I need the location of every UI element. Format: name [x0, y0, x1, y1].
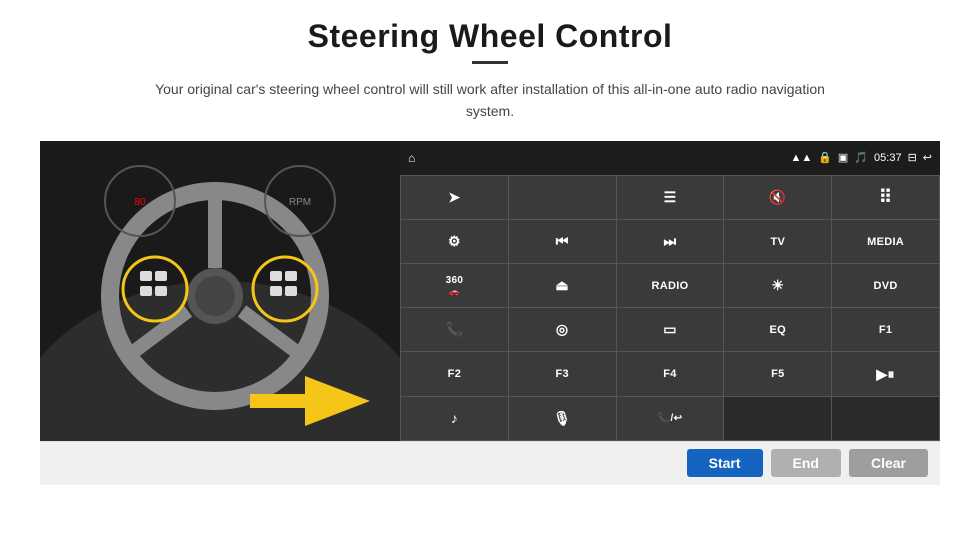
lock-icon: 🔒 — [818, 151, 832, 164]
btn-360[interactable]: 360🚗 — [401, 264, 508, 307]
clear-button[interactable]: Clear — [849, 449, 928, 477]
svg-text:RPM: RPM — [289, 197, 311, 208]
btn-f3[interactable]: F3 — [509, 352, 616, 395]
btn-nav2[interactable]: ◎ — [509, 308, 616, 351]
btn-nav[interactable]: ➤ — [401, 176, 508, 219]
status-left: ⌂ — [408, 151, 415, 165]
page-subtitle: Your original car's steering wheel contr… — [150, 78, 830, 123]
btn-tv[interactable]: TV — [724, 220, 831, 263]
action-bar: Start End Clear — [40, 441, 940, 485]
btn-f1[interactable]: F1 — [832, 308, 939, 351]
btn-radio[interactable]: RADIO — [617, 264, 724, 307]
sd-icon: ▣ — [838, 151, 848, 164]
back-icon[interactable]: ↩ — [923, 151, 932, 164]
btn-eq[interactable]: EQ — [724, 308, 831, 351]
page-title: Steering Wheel Control — [308, 18, 673, 55]
bt-icon: 🎵 — [854, 151, 868, 164]
wheel-image: 80 RPM — [40, 141, 400, 441]
content-row: 80 RPM ⌂ ▲▲ 🔒 ▣ 🎵 05:37 ⊟ ↩ — [40, 141, 940, 441]
btn-f4[interactable]: F4 — [617, 352, 724, 395]
btn-apps[interactable]: ⠿ — [832, 176, 939, 219]
btn-brightness[interactable]: ☀ — [724, 264, 831, 307]
screen-icon: ⊟ — [908, 151, 917, 164]
title-divider — [472, 61, 508, 64]
btn-prev[interactable]: ⏮ — [509, 220, 616, 263]
btn-empty1 — [724, 397, 831, 440]
button-grid: ➤ ☰ 🔇 ⠿ ⚙ ⏮ ⏭ TV MEDIA 360🚗 ⏏ RADIO ☀ DV… — [400, 175, 940, 441]
btn-playpause[interactable]: ▶⏸ — [832, 352, 939, 395]
home-icon[interactable]: ⌂ — [408, 151, 415, 165]
btn-f2[interactable]: F2 — [401, 352, 508, 395]
btn-phone[interactable]: 📞 — [401, 308, 508, 351]
start-button[interactable]: Start — [687, 449, 763, 477]
status-right: ▲▲ 🔒 ▣ 🎵 05:37 ⊟ ↩ — [790, 151, 932, 164]
svg-text:80: 80 — [134, 197, 146, 208]
btn-eject[interactable]: ⏏ — [509, 264, 616, 307]
btn-empty2 — [832, 397, 939, 440]
btn-mic[interactable]: 🎙 — [509, 397, 616, 440]
btn-mode[interactable] — [509, 176, 616, 219]
btn-list[interactable]: ☰ — [617, 176, 724, 219]
btn-call-end[interactable]: 📞/↩ — [617, 397, 724, 440]
wifi-icon: ▲▲ — [790, 152, 812, 164]
btn-settings[interactable]: ⚙ — [401, 220, 508, 263]
btn-music[interactable]: ♪ — [401, 397, 508, 440]
btn-next[interactable]: ⏭ — [617, 220, 724, 263]
time-display: 05:37 — [874, 152, 902, 164]
end-button[interactable]: End — [771, 449, 841, 477]
btn-media[interactable]: MEDIA — [832, 220, 939, 263]
control-panel: ⌂ ▲▲ 🔒 ▣ 🎵 05:37 ⊟ ↩ ➤ ☰ 🔇 ⠿ — [400, 141, 940, 441]
btn-screen[interactable]: ▭ — [617, 308, 724, 351]
wheel-svg: 80 RPM — [40, 141, 400, 441]
page-container: Steering Wheel Control Your original car… — [0, 0, 980, 544]
btn-f5[interactable]: F5 — [724, 352, 831, 395]
btn-mute[interactable]: 🔇 — [724, 176, 831, 219]
status-bar: ⌂ ▲▲ 🔒 ▣ 🎵 05:37 ⊟ ↩ — [400, 141, 940, 175]
btn-dvd[interactable]: DVD — [832, 264, 939, 307]
